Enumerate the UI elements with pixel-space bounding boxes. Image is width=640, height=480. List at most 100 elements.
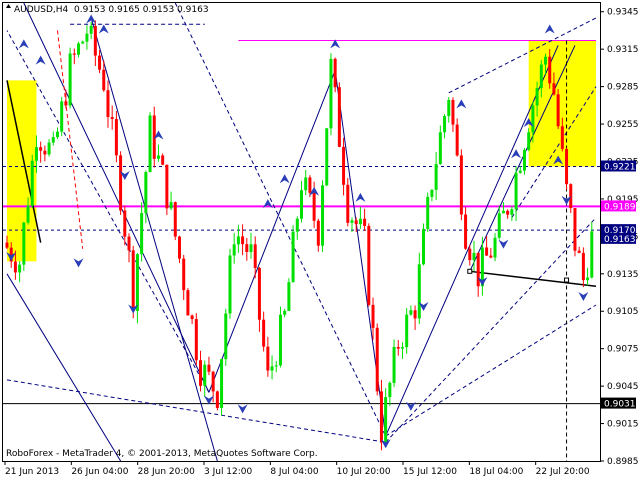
- bull-candle: [300, 190, 303, 219]
- bear-candle: [468, 248, 472, 261]
- bull-candle: [531, 105, 535, 133]
- bear-candle: [127, 236, 131, 251]
- bear-candle: [337, 87, 341, 147]
- bear-candle: [363, 218, 367, 226]
- x-tick-label: 15 Jul 12:00: [403, 467, 457, 477]
- bear-candle: [215, 391, 219, 408]
- bear-candle: [257, 267, 261, 320]
- bear-candle: [165, 164, 169, 209]
- bear-candle: [173, 202, 177, 237]
- bear-candle: [379, 391, 383, 443]
- x-tick-label: 22 Jul 20:00: [536, 467, 590, 477]
- bear-candle: [131, 250, 135, 311]
- bear-candle: [552, 83, 556, 95]
- bull-candle: [89, 25, 93, 34]
- bull-candle: [156, 155, 160, 159]
- bear-candle: [266, 346, 270, 371]
- bull-candle: [60, 101, 64, 132]
- bear-candle: [464, 214, 468, 249]
- symbol-label: AUDUSD,H4: [14, 5, 69, 15]
- bull-candle: [522, 149, 526, 171]
- bull-candle: [405, 314, 409, 348]
- y-tick-label: 0.9045: [607, 382, 639, 392]
- bull-candle: [278, 314, 282, 366]
- price-level-value: 0.9189: [604, 202, 636, 212]
- bear-candle: [253, 244, 257, 268]
- bear-candle: [354, 220, 358, 225]
- bear-candle: [316, 220, 320, 246]
- bull-candle: [22, 222, 26, 265]
- bull-candle: [472, 252, 476, 261]
- bull-candle: [325, 128, 329, 186]
- bull-candle: [329, 58, 333, 129]
- bull-candle: [321, 185, 325, 246]
- bull-candle: [510, 209, 514, 215]
- price-chart: 0.93450.93150.92850.92550.92250.91950.91…: [0, 0, 640, 480]
- x-tick-label: 10 Jul 20:00: [337, 467, 391, 477]
- bear-candle: [199, 360, 203, 386]
- bull-candle: [26, 205, 30, 223]
- bull-candle: [438, 132, 442, 165]
- bull-candle: [228, 255, 232, 314]
- bull-candle: [527, 132, 531, 150]
- bull-candle: [203, 364, 207, 386]
- bear-candle: [455, 124, 459, 156]
- bear-candle: [102, 69, 106, 91]
- bull-candle: [224, 313, 228, 360]
- x-tick-label: 28 Jun 20:00: [138, 467, 195, 477]
- bull-candle: [30, 160, 34, 206]
- bull-candle: [535, 88, 539, 106]
- bear-candle: [5, 242, 9, 248]
- bull-candle: [77, 43, 81, 55]
- bear-candle: [367, 225, 371, 305]
- bull-candle: [430, 189, 434, 197]
- bear-candle: [13, 261, 17, 273]
- bull-candle: [274, 365, 278, 367]
- bull-candle: [358, 218, 362, 225]
- bull-candle: [443, 116, 447, 133]
- bear-candle: [43, 150, 47, 155]
- bull-candle: [270, 366, 274, 371]
- bear-candle: [207, 364, 211, 372]
- bull-candle: [18, 264, 22, 273]
- bull-candle: [501, 210, 505, 214]
- bear-candle: [560, 126, 564, 149]
- y-tick-label: 0.9105: [607, 307, 639, 317]
- bull-candle: [295, 218, 299, 232]
- bull-candle: [514, 172, 518, 210]
- bull-candle: [518, 170, 522, 173]
- bear-candle: [556, 94, 560, 127]
- bull-candle: [47, 142, 51, 155]
- y-tick-label: 0.9015: [607, 420, 639, 430]
- bear-candle: [333, 58, 337, 88]
- bear-candle: [346, 184, 350, 223]
- bear-candle: [262, 319, 266, 347]
- bear-candle: [459, 155, 463, 215]
- bear-candle: [194, 319, 198, 361]
- bull-candle: [409, 310, 413, 315]
- x-tick-label: 3 Jul 12:00: [204, 467, 253, 477]
- bull-candle: [539, 64, 543, 89]
- bear-candle: [119, 155, 123, 211]
- copyright-footer: RoboForex - MetaTrader 4, © 2001-2013, M…: [6, 449, 318, 459]
- bear-candle: [476, 252, 480, 287]
- bear-candle: [182, 258, 186, 291]
- header-info: AUDUSD,H4 0.9153 0.9165 0.9153 0.9163: [6, 4, 209, 15]
- x-tick-label: 21 Jun 2013: [5, 467, 59, 477]
- bull-candle: [283, 310, 287, 315]
- bear-candle: [106, 90, 110, 118]
- bull-candle: [392, 346, 396, 383]
- bear-candle: [489, 255, 493, 258]
- bear-candle: [581, 252, 585, 281]
- bull-candle: [447, 100, 451, 117]
- bear-candle: [110, 117, 114, 119]
- bull-candle: [81, 41, 85, 44]
- bull-candle: [388, 382, 392, 398]
- bear-candle: [485, 247, 489, 256]
- bull-candle: [232, 244, 236, 256]
- bear-candle: [39, 147, 43, 151]
- bull-candle: [249, 244, 253, 253]
- y-tick-label: 0.9285: [607, 83, 639, 93]
- y-tick-label: 0.9315: [607, 45, 639, 55]
- x-tick-label: 18 Jul 04:00: [469, 467, 523, 477]
